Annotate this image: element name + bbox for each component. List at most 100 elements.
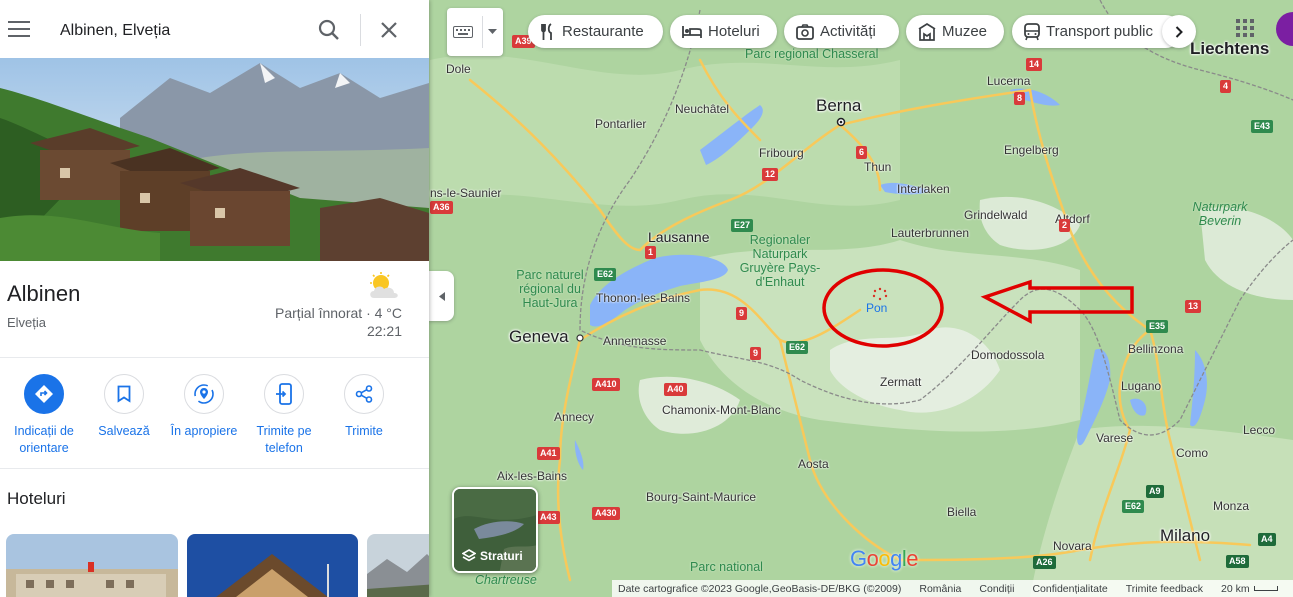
road-shield-9b: 9 — [750, 347, 762, 360]
map-label-grindelwald: Grindelwald — [964, 208, 1028, 222]
road-shield-e27: E27 — [731, 219, 754, 232]
footer-privacy-link[interactable]: Confidențialitate — [1032, 583, 1107, 595]
search-input[interactable]: Albinen, Elveția — [60, 22, 170, 40]
share-label: Trimite — [345, 424, 383, 438]
footer-country-link[interactable]: România — [919, 583, 961, 595]
map-label-aix-les-bains: Aix-les-Bains — [497, 469, 568, 483]
map-label-annecy: Annecy — [554, 410, 595, 424]
map-label-liechtenstein: Liechtens — [1190, 39, 1270, 58]
hotel-icon — [682, 25, 702, 38]
map-label-fribourg: Fribourg — [759, 146, 804, 160]
hotel-photo — [6, 534, 178, 597]
map-label-biella: Biella — [947, 505, 977, 519]
layers-button[interactable]: Straturi — [452, 487, 538, 573]
road-shield-e43: E43 — [1251, 120, 1274, 133]
road-shield-12: 12 — [762, 168, 779, 181]
map-label-thun: Thun — [864, 160, 892, 174]
chip-label: Muzee — [942, 23, 988, 40]
camera-icon — [796, 23, 814, 40]
map-label-varese: Varese — [1096, 431, 1134, 445]
collapse-panel-button[interactable] — [429, 271, 454, 321]
save-circle — [104, 374, 144, 414]
road-shield-a41: A41 — [537, 447, 560, 460]
place-title: Albinen — [7, 281, 81, 306]
road-shield-e62: E62 — [786, 341, 809, 354]
map-label-lausanne: Lausanne — [648, 229, 710, 245]
chips-scroll-right-button[interactable] — [1162, 15, 1196, 48]
search-icon[interactable] — [318, 19, 340, 41]
hotel-card[interactable] — [187, 534, 358, 597]
chip-hotels[interactable]: Hoteluri — [670, 15, 777, 48]
map-label-pontarlier: Pontarlier — [595, 117, 647, 131]
map-label-bourg-saint-maurice: Bourg-Saint-Maurice — [646, 490, 757, 504]
nearby-button[interactable]: În apropiere — [164, 374, 244, 440]
annotation-overlay — [822, 268, 1134, 348]
weather-time: 22:21 — [366, 323, 402, 339]
close-icon[interactable] — [380, 21, 398, 39]
map-label-lucerna: Lucerna — [987, 74, 1031, 88]
send-to-phone-button[interactable]: Trimite pe telefon — [244, 374, 324, 457]
map-label-park-chasseral: Parc regional Chasseral — [745, 47, 879, 61]
road-shield-a26: A26 — [1033, 556, 1056, 569]
footer-feedback-link[interactable]: Trimite feedback — [1126, 583, 1203, 595]
map-label-annemasse: Annemasse — [603, 334, 667, 348]
road-shield-4: 4 — [1220, 80, 1232, 93]
map-label-zermatt: Zermatt — [880, 375, 922, 389]
dropdown-arrow-icon — [488, 29, 497, 34]
save-button[interactable]: Salvează — [84, 374, 164, 440]
road-shield-2: 2 — [1059, 219, 1071, 232]
save-label: Salvează — [98, 424, 150, 438]
chip-public-transport[interactable]: Transport public — [1012, 15, 1182, 48]
road-shield-a36: A36 — [430, 201, 453, 214]
restaurant-icon — [541, 22, 552, 40]
input-tools-button[interactable] — [447, 8, 503, 56]
footer-scale-label: 20 km — [1220, 582, 1250, 595]
city-dot-icon — [576, 334, 584, 342]
road-shield-a43: A43 — [537, 511, 560, 524]
footer-attribution: Date cartografice ©2023 Google,GeoBasis-… — [618, 582, 902, 595]
hotel-card[interactable] — [367, 534, 429, 597]
send-to-phone-circle — [264, 374, 304, 414]
map-label-lecco: Lecco — [1243, 423, 1276, 437]
divider — [0, 468, 429, 469]
footer-terms-link[interactable]: Condiții — [979, 583, 1014, 595]
send-to-phone-label: Trimite pe telefon — [256, 424, 312, 455]
hotels-section-title: Hoteluri — [7, 489, 66, 508]
map-label-thonon: Thonon-les-Bains — [596, 291, 691, 305]
directions-icon — [35, 385, 53, 403]
museum-icon — [918, 22, 936, 41]
chip-restaurants[interactable]: Restaurante — [528, 15, 663, 48]
chip-label: Hoteluri — [708, 23, 760, 40]
chip-activities[interactable]: Activități — [784, 15, 899, 48]
map-label-park-haut-jura: Parc naturel régional du Haut-Jura — [516, 268, 584, 310]
chip-museums[interactable]: Muzee — [906, 15, 1004, 48]
share-button[interactable]: Trimite — [324, 374, 404, 440]
hotel-card[interactable] — [6, 534, 178, 597]
map-label-geneva: Geneva — [509, 327, 569, 346]
place-photo[interactable] — [0, 58, 429, 261]
footer-scale[interactable]: 20 km — [1221, 583, 1278, 595]
map-label-lons-le-saunier: ns-le-Saunier — [430, 186, 502, 200]
road-shield-a40: A40 — [664, 383, 687, 396]
scale-bar — [1253, 586, 1278, 591]
road-shield-9: 9 — [736, 307, 748, 320]
place-photo-image — [0, 58, 429, 261]
directions-label: Indicații de orientare — [14, 424, 74, 455]
map-label-park-national: Parc national — [690, 560, 763, 574]
transit-icon — [1024, 22, 1040, 40]
road-shield-e62-south: E62 — [1122, 500, 1145, 513]
google-apps-icon[interactable] — [1236, 19, 1254, 37]
search-divider — [360, 14, 361, 46]
map-label-novara: Novara — [1053, 539, 1092, 553]
road-shield-6: 6 — [856, 146, 868, 159]
menu-icon[interactable] — [8, 21, 30, 37]
road-shield-a4: A4 — [1258, 533, 1276, 546]
bookmark-icon — [117, 385, 131, 403]
directions-button[interactable]: Indicații de orientare — [4, 374, 84, 457]
map-label-berna: Berna — [816, 96, 862, 115]
layers-label: Straturi — [480, 549, 523, 563]
map-label-monza: Monza — [1213, 499, 1250, 513]
search-box[interactable]: Albinen, Elveția — [0, 0, 429, 60]
send-to-phone-icon — [276, 383, 292, 405]
triangle-left-icon — [438, 291, 445, 301]
